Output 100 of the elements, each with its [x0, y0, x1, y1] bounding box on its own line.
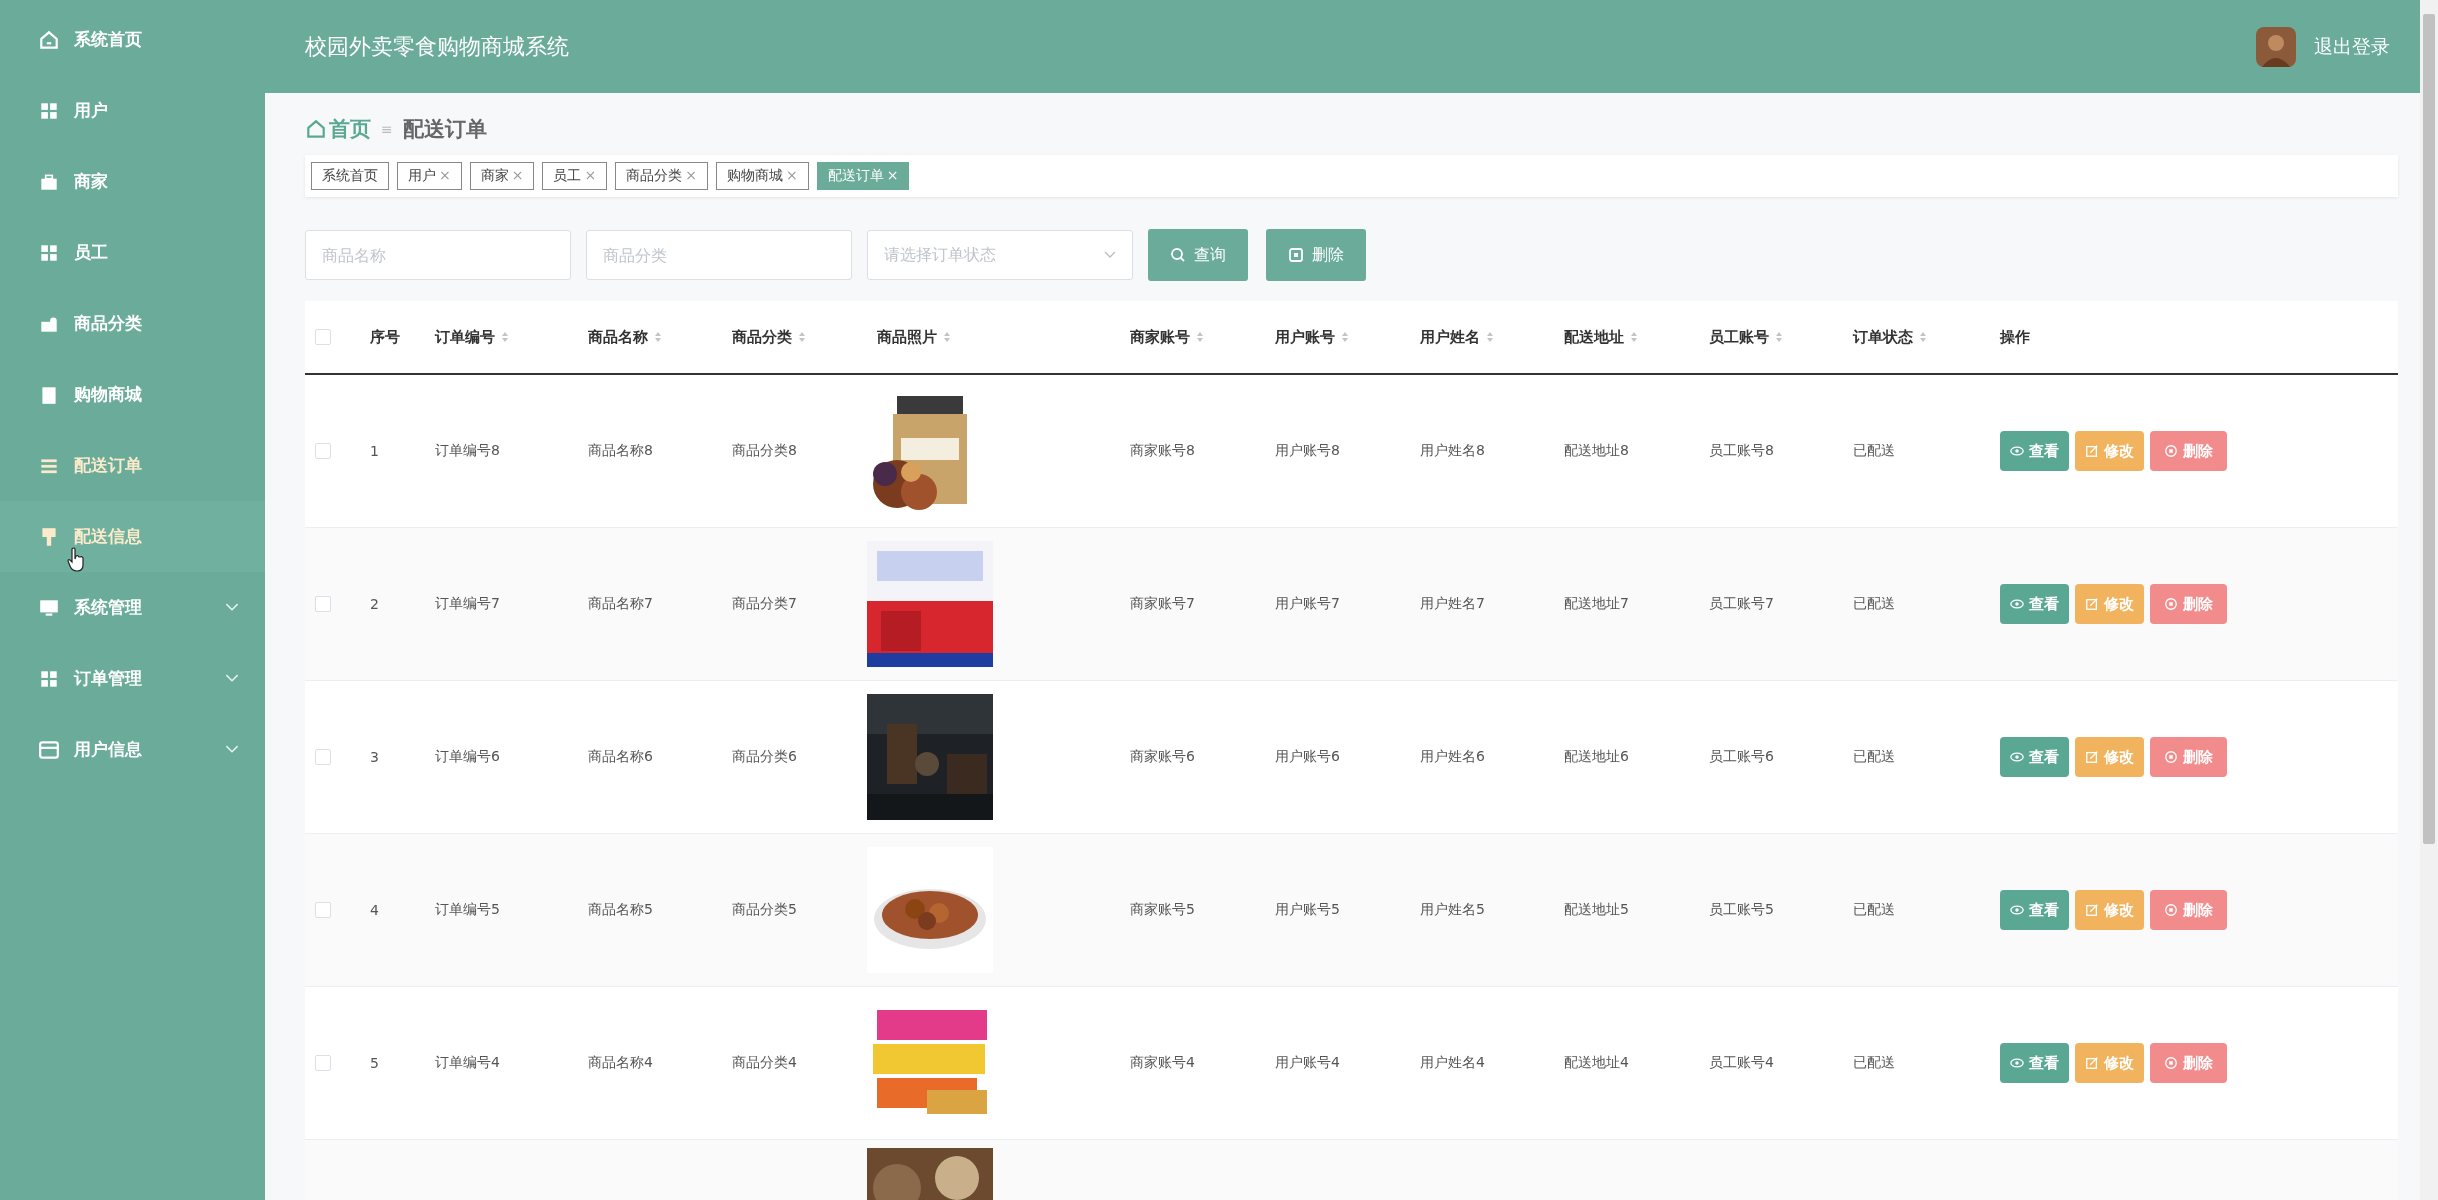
column-header[interactable]: 商品名称: [588, 327, 648, 347]
view-button[interactable]: 查看: [2000, 1043, 2069, 1083]
view-button[interactable]: 查看: [2000, 890, 2069, 930]
table-cell: 员工账号4: [1709, 1054, 1774, 1072]
delete-button[interactable]: 删除: [2150, 1043, 2227, 1083]
table-cell: 商品分类8: [732, 442, 797, 460]
logout-link[interactable]: 退出登录: [2314, 33, 2390, 60]
sort-icon[interactable]: [1196, 331, 1204, 343]
column-header[interactable]: 订单编号: [435, 327, 495, 347]
sidebar-item[interactable]: 订单管理: [0, 643, 265, 714]
column-header[interactable]: 订单状态: [1853, 327, 1913, 347]
delete-button[interactable]: 删除: [2150, 431, 2227, 471]
sidebar-item[interactable]: 商家: [0, 146, 265, 217]
sort-icon[interactable]: [501, 331, 509, 343]
sidebar-item-label: 配送信息: [74, 525, 142, 548]
sort-icon[interactable]: [1775, 331, 1783, 343]
search-icon: [1170, 247, 1186, 263]
circle-icon: [2164, 1056, 2178, 1070]
table-cell: 配送地址7: [1564, 595, 1629, 613]
scrollbar[interactable]: [2420, 0, 2438, 1200]
view-button[interactable]: 查看: [2000, 737, 2069, 777]
table-cell: 商家账号8: [1130, 442, 1195, 460]
sidebar-item-label: 用户信息: [74, 738, 142, 761]
view-button[interactable]: 查看: [2000, 431, 2069, 471]
breadcrumb-current: 配送订单: [402, 116, 487, 143]
breadcrumb-home[interactable]: 首页: [329, 115, 371, 143]
sort-icon[interactable]: [1486, 331, 1494, 343]
table-cell: 用户账号8: [1275, 442, 1340, 460]
edit-button[interactable]: 修改: [2075, 737, 2144, 777]
table-cell: 商品分类7: [732, 595, 797, 613]
tab[interactable]: 商家 ×: [469, 162, 535, 190]
table-cell: 已配送: [1853, 595, 1895, 613]
sort-icon[interactable]: [1919, 331, 1927, 343]
sidebar-item[interactable]: 用户信息: [0, 714, 265, 785]
table-cell: 员工账号6: [1709, 748, 1774, 766]
table-cell: 商家账号6: [1130, 748, 1195, 766]
row-checkbox[interactable]: [315, 749, 331, 765]
column-header[interactable]: 员工账号: [1709, 327, 1769, 347]
edit-button[interactable]: 修改: [2075, 584, 2144, 624]
sidebar-item[interactable]: 员工: [0, 217, 265, 288]
table-cell: 订单编号7: [435, 595, 500, 613]
home-icon: [305, 118, 327, 140]
query-button[interactable]: 查询: [1148, 229, 1248, 281]
sidebar-item[interactable]: 商品分类: [0, 288, 265, 359]
eye-icon: [2010, 903, 2024, 917]
tab[interactable]: 用户 ×: [397, 162, 462, 190]
app-title: 校园外卖零食购物商城系统: [305, 32, 569, 61]
row-checkbox[interactable]: [315, 443, 331, 459]
select-all-checkbox[interactable]: [315, 329, 331, 345]
column-header[interactable]: 序号: [370, 327, 400, 347]
table-cell: 配送地址6: [1564, 748, 1629, 766]
sort-icon[interactable]: [1630, 331, 1638, 343]
sidebar-item[interactable]: 配送订单: [0, 430, 265, 501]
search-field[interactable]: 商品名称: [305, 230, 571, 280]
column-header[interactable]: 操作: [2000, 327, 2030, 347]
row-checkbox[interactable]: [315, 902, 331, 918]
view-button[interactable]: 查看: [2000, 584, 2069, 624]
eye-icon: [2010, 444, 2024, 458]
delete-button[interactable]: 删除: [2150, 890, 2227, 930]
column-header[interactable]: 配送地址: [1564, 327, 1624, 347]
column-header[interactable]: 商家账号: [1130, 327, 1190, 347]
tab[interactable]: 购物商城 ×: [715, 162, 809, 190]
table-cell: 用户姓名4: [1420, 1054, 1485, 1072]
sort-icon[interactable]: [654, 331, 662, 343]
delete-button[interactable]: 删除: [2150, 584, 2227, 624]
eye-icon: [2010, 597, 2024, 611]
tab[interactable]: 员工 ×: [542, 162, 608, 190]
table-cell: 商品分类4: [732, 1054, 797, 1072]
row-checkbox[interactable]: [315, 1055, 331, 1071]
tab[interactable]: 系统首页: [311, 162, 389, 190]
circle-icon: [2164, 903, 2178, 917]
search-field[interactable]: 商品分类: [586, 230, 852, 280]
edit-icon: [2085, 597, 2099, 611]
circle-icon: [2164, 597, 2178, 611]
row-checkbox[interactable]: [315, 596, 331, 612]
circle-icon: [2164, 444, 2178, 458]
table-cell: 员工账号7: [1709, 595, 1774, 613]
tab[interactable]: 配送订单 ×: [816, 162, 910, 190]
edit-button[interactable]: 修改: [2075, 890, 2144, 930]
sidebar-item[interactable]: 系统首页: [0, 4, 265, 75]
sidebar-item[interactable]: 配送信息: [0, 501, 265, 572]
column-header[interactable]: 商品分类: [732, 327, 792, 347]
table-cell: 用户姓名6: [1420, 748, 1485, 766]
edit-button[interactable]: 修改: [2075, 1043, 2144, 1083]
sort-icon[interactable]: [798, 331, 806, 343]
column-header[interactable]: 商品照片: [877, 327, 937, 347]
sort-icon[interactable]: [943, 331, 951, 343]
sidebar-item[interactable]: 系统管理: [0, 572, 265, 643]
sidebar-item[interactable]: 用户: [0, 75, 265, 146]
sidebar-item[interactable]: 购物商城: [0, 359, 265, 430]
delete-button[interactable]: 删除: [1266, 229, 1366, 281]
eye-icon: [2010, 750, 2024, 764]
column-header[interactable]: 用户账号: [1275, 327, 1335, 347]
table-cell: 1: [370, 443, 379, 459]
delete-button[interactable]: 删除: [2150, 737, 2227, 777]
tab[interactable]: 商品分类 ×: [615, 162, 708, 190]
sort-icon[interactable]: [1341, 331, 1349, 343]
column-header[interactable]: 用户姓名: [1420, 327, 1480, 347]
status-select[interactable]: 请选择订单状态: [867, 230, 1133, 280]
edit-button[interactable]: 修改: [2075, 431, 2144, 471]
